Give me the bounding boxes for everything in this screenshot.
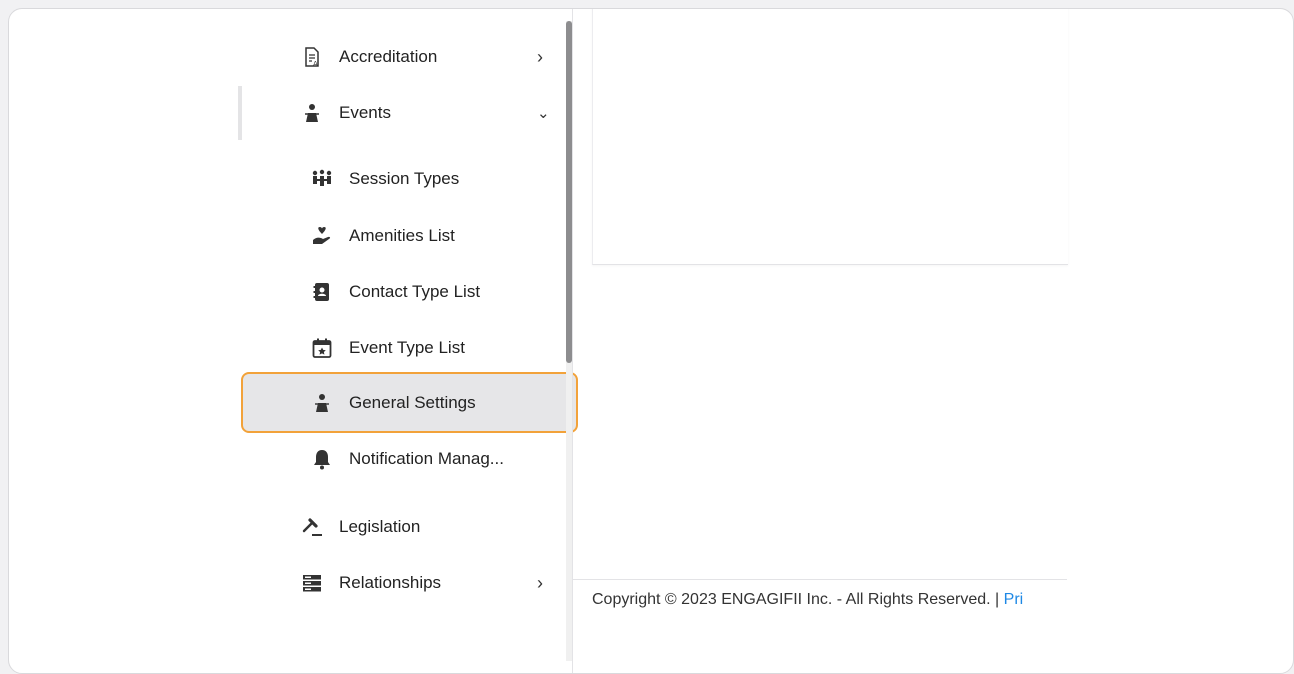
events-icon xyxy=(311,392,333,414)
chevron-right-icon[interactable]: › xyxy=(537,47,543,68)
sidebar-item-label: Session Types xyxy=(349,169,460,188)
sidebar-item-label: Amenities List xyxy=(349,226,455,245)
sidebar-item-label: Legislation xyxy=(339,517,421,536)
events-active-marker xyxy=(238,86,242,140)
chevron-right-icon[interactable]: › xyxy=(537,573,543,594)
hand-heart-icon xyxy=(311,225,333,247)
footer-copyright: Copyright © 2023 ENGAGIFII Inc. - All Ri… xyxy=(592,591,1004,608)
sidebar: A Accreditation › Events ⌄ Session Types xyxy=(9,9,579,673)
sidebar-item-accreditation[interactable]: A Accreditation › xyxy=(301,29,551,85)
server-icon xyxy=(301,572,323,594)
people-group-icon xyxy=(311,168,333,190)
sidebar-item-amenities-list[interactable]: Amenities List xyxy=(311,208,551,264)
sidebar-item-label: Contact Type List xyxy=(349,282,481,301)
sidebar-item-events[interactable]: Events ⌄ xyxy=(301,85,551,141)
content-card xyxy=(592,9,1068,265)
sidebar-item-label: Accreditation xyxy=(339,47,438,66)
app-frame: A Accreditation › Events ⌄ Session Types xyxy=(8,8,1294,674)
sidebar-item-notification-management[interactable]: Notification Manag... xyxy=(311,431,551,487)
content-divider xyxy=(572,9,573,673)
chevron-down-icon[interactable]: ⌄ xyxy=(537,104,550,122)
sidebar-item-session-types[interactable]: Session Types xyxy=(311,151,551,207)
calendar-star-icon xyxy=(311,337,333,359)
sidebar-item-label: Event Type List xyxy=(349,338,465,357)
sidebar-item-event-type-list[interactable]: Event Type List xyxy=(311,320,551,376)
privacy-link[interactable]: Pri xyxy=(1004,591,1024,608)
sidebar-item-label: Events xyxy=(339,103,391,122)
sidebar-item-general-settings[interactable]: General Settings xyxy=(311,375,551,431)
events-icon xyxy=(301,102,323,124)
sidebar-item-label: General Settings xyxy=(349,393,476,412)
sidebar-item-contact-type-list[interactable]: Contact Type List xyxy=(311,264,551,320)
svg-text:A: A xyxy=(313,60,318,68)
sidebar-item-legislation[interactable]: Legislation xyxy=(301,499,551,555)
footer-divider xyxy=(572,579,1067,580)
gavel-icon xyxy=(301,516,323,538)
sidebar-item-label: Relationships xyxy=(339,573,442,592)
bell-icon xyxy=(311,448,333,470)
footer: Copyright © 2023 ENGAGIFII Inc. - All Ri… xyxy=(592,591,1067,615)
sidebar-item-label: Notification Manag... xyxy=(349,449,504,468)
accreditation-icon: A xyxy=(301,46,323,68)
address-book-icon xyxy=(311,281,333,303)
sidebar-item-relationships[interactable]: Relationships › xyxy=(301,555,551,611)
